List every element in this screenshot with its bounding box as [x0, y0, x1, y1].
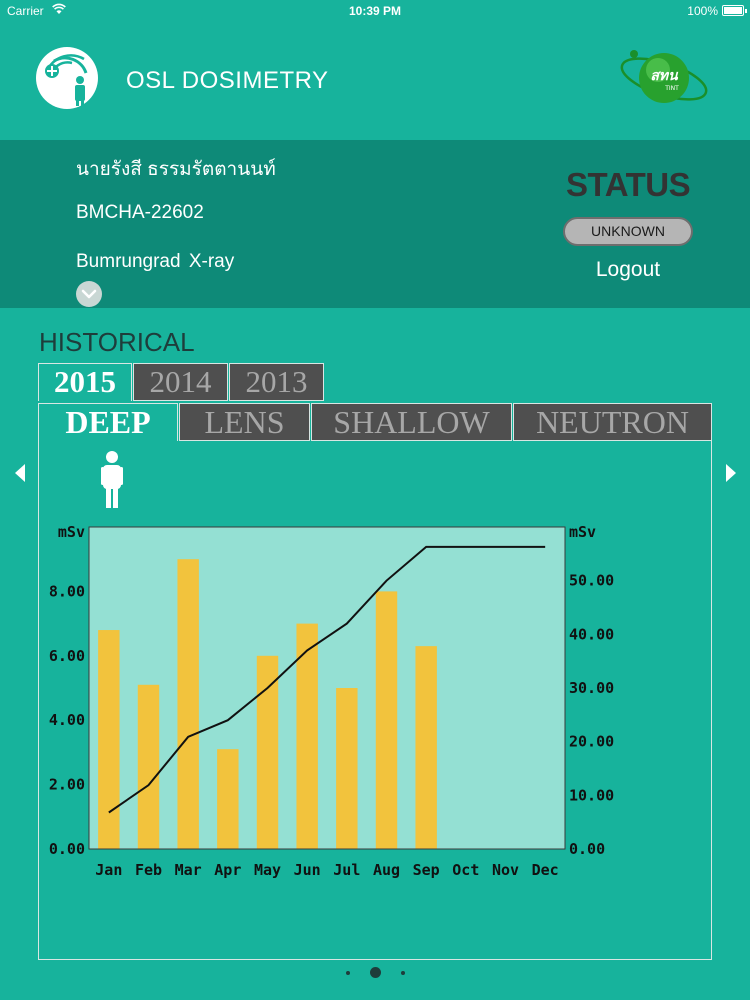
status-label: STATUS	[566, 166, 691, 203]
tab-year-2013[interactable]: 2013	[229, 363, 324, 401]
tab-deep[interactable]: DEEP	[38, 403, 178, 441]
expand-button[interactable]	[76, 281, 102, 307]
app-title: OSL DOSIMETRY	[126, 67, 329, 94]
section-title: HISTORICAL	[39, 327, 195, 357]
page-dot[interactable]	[345, 970, 350, 975]
tab-lens[interactable]: LENS	[179, 403, 310, 441]
chevron-down-icon	[81, 289, 97, 299]
battery-percent: 100%	[687, 4, 718, 18]
user-organization: Bumrungrad X-ray	[76, 251, 235, 272]
chart-container	[38, 440, 712, 960]
dosimetry-logo	[36, 47, 98, 109]
app-header: OSL DOSIMETRY สทน TINT	[0, 22, 750, 140]
logout-button[interactable]: Logout	[563, 258, 693, 282]
page-dot[interactable]	[400, 970, 405, 975]
next-page-arrow[interactable]	[726, 464, 736, 482]
user-info-panel: นายรังสี ธรรมรัตตานนท์ BMCHA-22602 Bumru…	[0, 140, 750, 308]
tab-year-2015[interactable]: 2015	[38, 363, 132, 401]
battery-icon	[722, 5, 747, 16]
previous-page-arrow[interactable]	[15, 464, 25, 482]
svg-text:TINT: TINT	[664, 85, 679, 92]
tab-shallow[interactable]: SHALLOW	[311, 403, 512, 441]
tint-logo: สทน TINT	[620, 50, 708, 103]
page-dot-active[interactable]	[369, 967, 381, 979]
tab-neutron[interactable]: NEUTRON	[513, 403, 712, 441]
user-name: นายรังสี ธรรมรัตตานนท์	[76, 159, 276, 180]
page-indicator[interactable]	[0, 964, 750, 982]
status-badge: UNKNOWN	[563, 217, 693, 246]
clock: 10:39 PM	[348, 4, 402, 18]
person-icon	[101, 451, 123, 508]
user-id: BMCHA-22602	[76, 202, 204, 223]
tab-year-2014[interactable]: 2014	[133, 363, 228, 401]
status-bar: Carrier 10:39 PM 100%	[0, 0, 750, 22]
svg-text:สทน: สทน	[650, 68, 679, 84]
